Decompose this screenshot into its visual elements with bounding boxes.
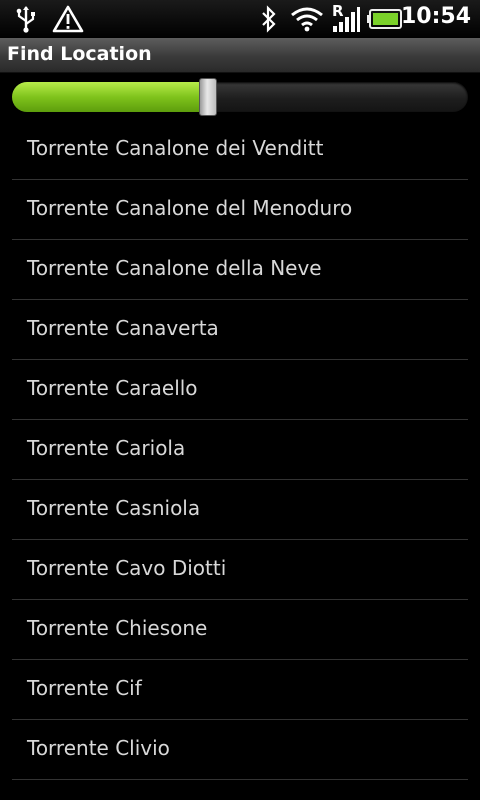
- list-item[interactable]: Torrente Cavo Diotti: [12, 540, 468, 600]
- title-bar: Find Location: [0, 38, 480, 73]
- page-title: Find Location: [7, 43, 152, 65]
- list-item-label: Torrente Cavo Diotti: [27, 556, 227, 580]
- slider-thumb[interactable]: [199, 78, 217, 116]
- list-item[interactable]: Torrente Clivio: [12, 720, 468, 780]
- warning-icon: [52, 5, 84, 33]
- list-item[interactable]: Torrente Cif: [12, 660, 468, 720]
- list-item-label: Torrente Clivio: [27, 736, 170, 760]
- status-time: 10:54: [400, 4, 471, 29]
- list-item-label: Torrente Canaverta: [27, 316, 219, 340]
- location-list: Torrente Canalone dei Venditt Torrente Ca…: [12, 120, 468, 780]
- list-item-label: Torrente Canalone del Menoduro: [27, 196, 353, 220]
- list-item-label: Torrente Casniola: [27, 496, 201, 520]
- list-item[interactable]: Torrente Canaverta: [12, 300, 468, 360]
- list-item[interactable]: Torrente Cariola: [12, 420, 468, 480]
- list-item[interactable]: Torrente Canalone del Menoduro: [12, 180, 468, 240]
- list-item-label: Torrente Cariola: [27, 436, 186, 460]
- list-item[interactable]: Torrente Canalone dei Venditt: [12, 120, 468, 180]
- list-item[interactable]: Torrente Canalone della Neve: [12, 240, 468, 300]
- bluetooth-icon: [262, 5, 276, 33]
- list-item[interactable]: Torrente Chiesone: [12, 600, 468, 660]
- list-item-label: Torrente Chiesone: [27, 616, 208, 640]
- list-item[interactable]: Torrente Caraello: [12, 360, 468, 420]
- wifi-icon: [291, 7, 323, 32]
- battery-icon: [367, 9, 402, 29]
- status-bar: R 10:54: [0, 0, 480, 38]
- list-item[interactable]: Torrente Casniola: [12, 480, 468, 540]
- list-item-label: Torrente Canalone della Neve: [27, 256, 322, 280]
- slider-fill: [12, 82, 208, 112]
- zoom-slider[interactable]: [12, 78, 468, 116]
- usb-icon: [16, 6, 35, 33]
- list-item-label: Torrente Caraello: [27, 376, 198, 400]
- signal-roaming-icon: R: [332, 2, 360, 32]
- list-item-label: Torrente Cif: [27, 676, 142, 700]
- svg-text:R: R: [332, 2, 344, 20]
- list-item-label: Torrente Canalone dei Venditt: [27, 136, 324, 160]
